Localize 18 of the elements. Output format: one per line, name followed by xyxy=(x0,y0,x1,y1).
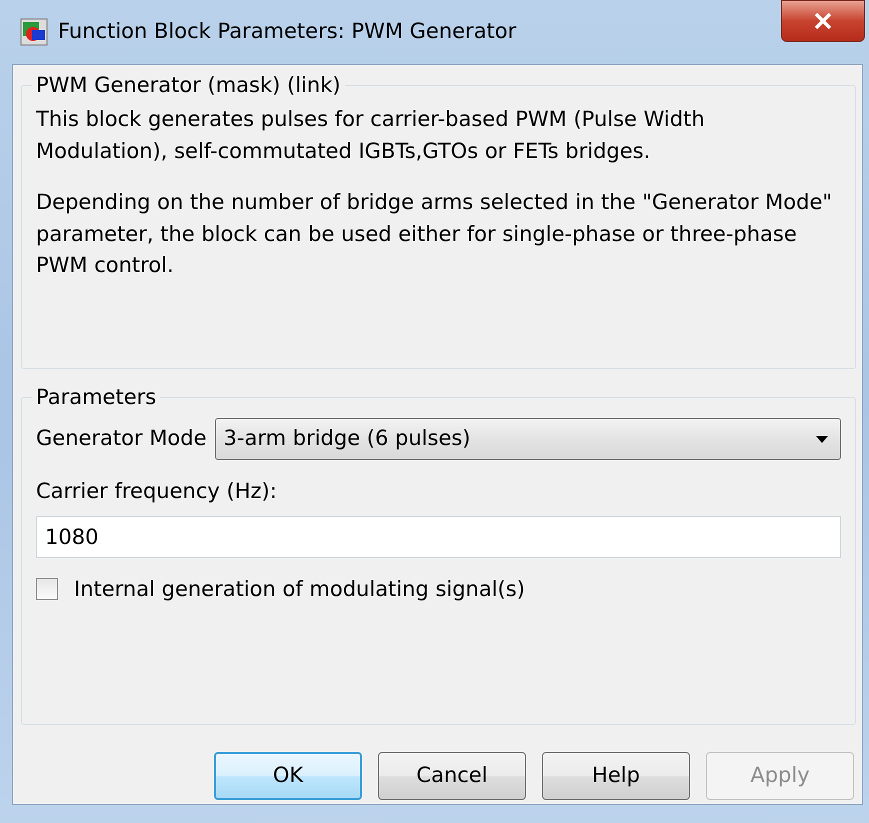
dialog-button[interactable]: Help xyxy=(542,752,690,800)
field-label: Carrier frequency (Hz): xyxy=(36,478,278,506)
group-title: Parameters xyxy=(35,385,158,410)
checkbox-label: Internal generation of modulating signal(s) xyxy=(74,576,525,603)
window-title: Function Block Parameters: PWM Generator xyxy=(58,18,516,46)
block-icon xyxy=(20,18,48,46)
close-button[interactable] xyxy=(781,0,865,42)
carrier-frequency-field[interactable]: 1080 xyxy=(36,516,841,558)
dialog-button[interactable]: Cancel xyxy=(378,752,526,800)
group-title: PWM Generator (mask) (link) xyxy=(35,73,342,98)
dropdown-arrow-icon xyxy=(816,436,828,443)
checkbox[interactable] xyxy=(36,578,58,600)
field-label: Generator Mode xyxy=(36,425,207,452)
dialog-button[interactable]: OK xyxy=(214,752,362,800)
close-icon xyxy=(814,13,832,29)
generator-mode-dropdown[interactable]: 3-arm bridge (6 pulses) xyxy=(214,418,841,460)
description-text: Depending on the number of bridge arms selected in the "Generator Mode" parameter, the block can be used either for single-phase or three-phase PWM control. xyxy=(36,189,834,280)
description-text: This block generates pulses for carrier-based PWM (Pulse Width Modulation), self-commutated IGBTs,GTOs or FETs bridges. xyxy=(36,106,706,165)
